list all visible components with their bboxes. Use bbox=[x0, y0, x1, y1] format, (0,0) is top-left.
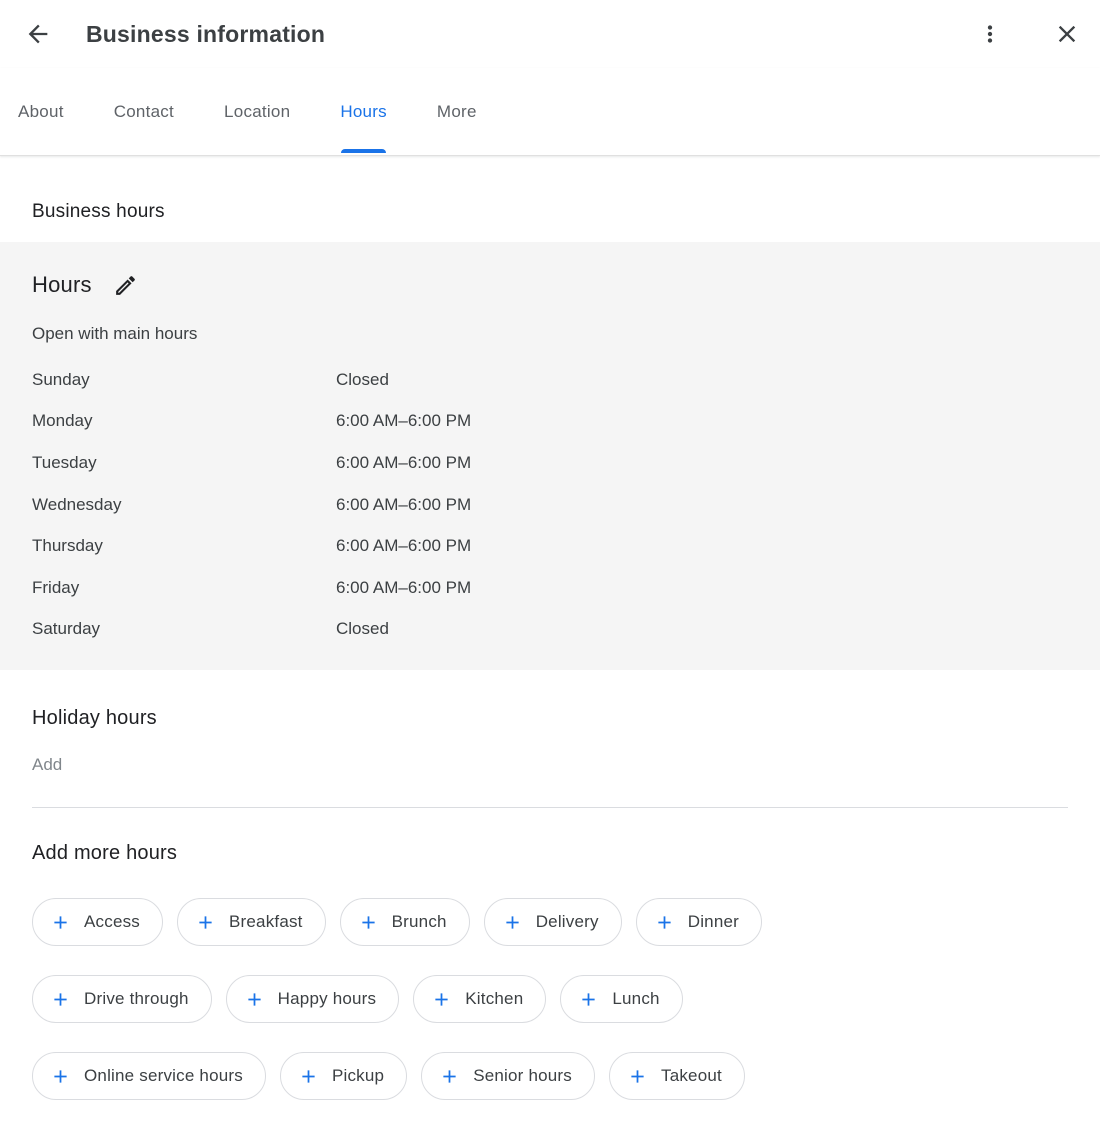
day-row: Thursday 6:00 AM–6:00 PM bbox=[32, 525, 1068, 567]
day-hours: Closed bbox=[336, 619, 389, 639]
day-name: Friday bbox=[32, 578, 336, 598]
app-header: Business information bbox=[0, 0, 1100, 68]
add-hours-chip[interactable]: Dinner bbox=[636, 898, 762, 946]
chip-label: Dinner bbox=[688, 912, 739, 932]
add-hours-chip[interactable]: Breakfast bbox=[177, 898, 326, 946]
hours-card: Hours Open with main hours Sunday Closed… bbox=[0, 242, 1100, 670]
add-hours-chip[interactable]: Brunch bbox=[340, 898, 470, 946]
holiday-hours-heading: Holiday hours bbox=[32, 704, 1068, 732]
close-button[interactable] bbox=[1047, 14, 1087, 54]
day-row: Tuesday 6:00 AM–6:00 PM bbox=[32, 442, 1068, 484]
weekly-hours-list: Sunday Closed Monday 6:00 AM–6:00 PM Tue… bbox=[32, 359, 1068, 650]
chip-label: Lunch bbox=[612, 989, 659, 1009]
tab-label: About bbox=[18, 102, 64, 122]
hours-type-chips: Access Breakfast Brunch Delivery Dinner … bbox=[32, 898, 1068, 1100]
tab-location[interactable]: Location bbox=[199, 68, 315, 155]
hours-card-title: Hours bbox=[32, 272, 92, 298]
add-more-hours-heading: Add more hours bbox=[32, 839, 1068, 867]
day-name: Wednesday bbox=[32, 495, 336, 515]
edit-hours-button[interactable] bbox=[112, 271, 140, 299]
add-hours-chip[interactable]: Drive through bbox=[32, 975, 212, 1023]
chip-label: Brunch bbox=[392, 912, 447, 932]
chip-label: Breakfast bbox=[229, 912, 303, 932]
active-tab-underline bbox=[341, 149, 386, 153]
page-title: Business information bbox=[86, 21, 970, 48]
day-row: Sunday Closed bbox=[32, 359, 1068, 401]
back-button[interactable] bbox=[18, 14, 58, 54]
business-hours-heading: Business hours bbox=[32, 201, 1068, 223]
tab-label: Hours bbox=[340, 102, 387, 122]
business-hours-section: Business hours bbox=[0, 156, 1100, 242]
plus-icon bbox=[195, 912, 216, 933]
add-hours-chip[interactable]: Takeout bbox=[609, 1052, 745, 1100]
day-hours: 6:00 AM–6:00 PM bbox=[336, 495, 471, 515]
header-actions bbox=[970, 14, 1087, 54]
day-hours: 6:00 AM–6:00 PM bbox=[336, 453, 471, 473]
tab-contact[interactable]: Contact bbox=[89, 68, 199, 155]
add-hours-chip[interactable]: Access bbox=[32, 898, 163, 946]
tab-label: Contact bbox=[114, 102, 174, 122]
chip-label: Online service hours bbox=[84, 1066, 243, 1086]
chip-label: Access bbox=[84, 912, 140, 932]
plus-icon bbox=[654, 912, 675, 933]
day-name: Thursday bbox=[32, 536, 336, 556]
close-icon bbox=[1053, 20, 1081, 48]
day-name: Tuesday bbox=[32, 453, 336, 473]
day-row: Friday 6:00 AM–6:00 PM bbox=[32, 567, 1068, 609]
add-hours-chip[interactable]: Online service hours bbox=[32, 1052, 266, 1100]
hours-card-title-row: Hours bbox=[32, 270, 1068, 300]
add-hours-chip[interactable]: Happy hours bbox=[226, 975, 400, 1023]
plus-icon bbox=[502, 912, 523, 933]
day-hours: Closed bbox=[336, 370, 389, 390]
add-hours-chip[interactable]: Lunch bbox=[560, 975, 682, 1023]
tab-more[interactable]: More bbox=[412, 68, 502, 155]
chip-row: Drive through Happy hours Kitchen Lunch bbox=[32, 975, 1068, 1023]
day-name: Sunday bbox=[32, 370, 336, 390]
plus-icon bbox=[358, 912, 379, 933]
plus-icon bbox=[50, 912, 71, 933]
day-row: Monday 6:00 AM–6:00 PM bbox=[32, 401, 1068, 443]
plus-icon bbox=[578, 989, 599, 1010]
plus-icon bbox=[50, 1066, 71, 1087]
day-name: Monday bbox=[32, 411, 336, 431]
tab-bar: About Contact Location Hours More bbox=[0, 68, 1100, 156]
arrow-left-icon bbox=[24, 20, 52, 48]
day-hours: 6:00 AM–6:00 PM bbox=[336, 411, 471, 431]
plus-icon bbox=[439, 1066, 460, 1087]
chip-label: Pickup bbox=[332, 1066, 384, 1086]
plus-icon bbox=[244, 989, 265, 1010]
hours-status: Open with main hours bbox=[32, 322, 1068, 346]
plus-icon bbox=[50, 989, 71, 1010]
overflow-menu-button[interactable] bbox=[970, 14, 1010, 54]
chip-label: Drive through bbox=[84, 989, 189, 1009]
add-holiday-hours-button[interactable]: Add bbox=[32, 753, 62, 777]
tab-label: Location bbox=[224, 102, 290, 122]
add-more-hours-section: Add more hours Access Breakfast Brunch D… bbox=[0, 808, 1100, 1100]
kebab-menu-icon bbox=[977, 21, 1003, 47]
tab-about[interactable]: About bbox=[0, 68, 89, 155]
add-hours-chip[interactable]: Senior hours bbox=[421, 1052, 595, 1100]
pencil-edit-icon bbox=[113, 273, 138, 298]
chip-label: Kitchen bbox=[465, 989, 523, 1009]
add-hours-chip[interactable]: Kitchen bbox=[413, 975, 546, 1023]
plus-icon bbox=[298, 1066, 319, 1087]
chip-label: Delivery bbox=[536, 912, 599, 932]
day-hours: 6:00 AM–6:00 PM bbox=[336, 578, 471, 598]
day-hours: 6:00 AM–6:00 PM bbox=[336, 536, 471, 556]
chip-label: Happy hours bbox=[278, 989, 377, 1009]
day-row: Saturday Closed bbox=[32, 609, 1068, 651]
chip-row: Access Breakfast Brunch Delivery Dinner bbox=[32, 898, 1068, 946]
chip-label: Senior hours bbox=[473, 1066, 572, 1086]
plus-icon bbox=[431, 989, 452, 1010]
tab-hours[interactable]: Hours bbox=[315, 68, 412, 155]
day-name: Saturday bbox=[32, 619, 336, 639]
plus-icon bbox=[627, 1066, 648, 1087]
add-hours-chip[interactable]: Delivery bbox=[484, 898, 622, 946]
day-row: Wednesday 6:00 AM–6:00 PM bbox=[32, 484, 1068, 526]
add-hours-chip[interactable]: Pickup bbox=[280, 1052, 407, 1100]
holiday-hours-section: Holiday hours Add bbox=[0, 670, 1100, 808]
chip-row: Online service hours Pickup Senior hours… bbox=[32, 1052, 1068, 1100]
tab-label: More bbox=[437, 102, 477, 122]
chip-label: Takeout bbox=[661, 1066, 722, 1086]
